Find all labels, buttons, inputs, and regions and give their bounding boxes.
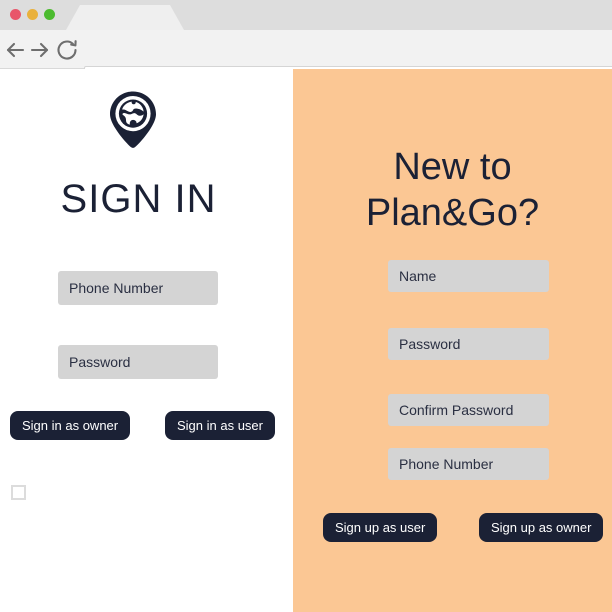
signup-panel: New to Plan&Go? Sign up as user Sign up … (293, 69, 612, 612)
sign-in-as-user-button[interactable]: Sign in as user (165, 411, 275, 440)
signin-phone-number-field[interactable] (58, 271, 218, 305)
browser-window: http://www.planandgo.com New to Plan&Go? (0, 0, 612, 612)
signup-phone-number-field[interactable] (388, 448, 549, 480)
sign-up-as-owner-button[interactable]: Sign up as owner (479, 513, 604, 542)
signup-name-field[interactable] (388, 260, 549, 292)
close-window-button[interactable] (10, 9, 21, 20)
sign-up-as-user-button[interactable]: Sign up as user (323, 513, 438, 542)
sign-in-as-owner-button[interactable]: Sign in as owner (10, 411, 131, 440)
plan-and-go-pin-logo (109, 91, 157, 148)
signin-title: SIGN IN (60, 177, 217, 221)
browser-toolbar: http://www.planandgo.com (0, 30, 612, 93)
reload-icon[interactable] (55, 38, 79, 62)
signup-password-field[interactable] (388, 328, 549, 360)
signup-title: New to Plan&Go? (293, 144, 612, 236)
browser-tab[interactable] (66, 5, 184, 30)
remember-me-checkbox[interactable] (11, 485, 26, 500)
maximize-window-button[interactable] (44, 9, 55, 20)
page-content: New to Plan&Go? Sign up as user Sign up … (0, 69, 612, 612)
signin-password-field[interactable] (58, 345, 218, 379)
arrow-right-icon[interactable] (28, 38, 52, 62)
browser-titlebar (0, 0, 612, 30)
signup-title-line1: New to (393, 146, 512, 188)
signup-title-line2: Plan&Go? (365, 192, 540, 234)
signup-confirm-password-field[interactable] (388, 394, 549, 426)
minimize-window-button[interactable] (27, 9, 38, 20)
arrow-left-icon[interactable] (3, 38, 27, 62)
